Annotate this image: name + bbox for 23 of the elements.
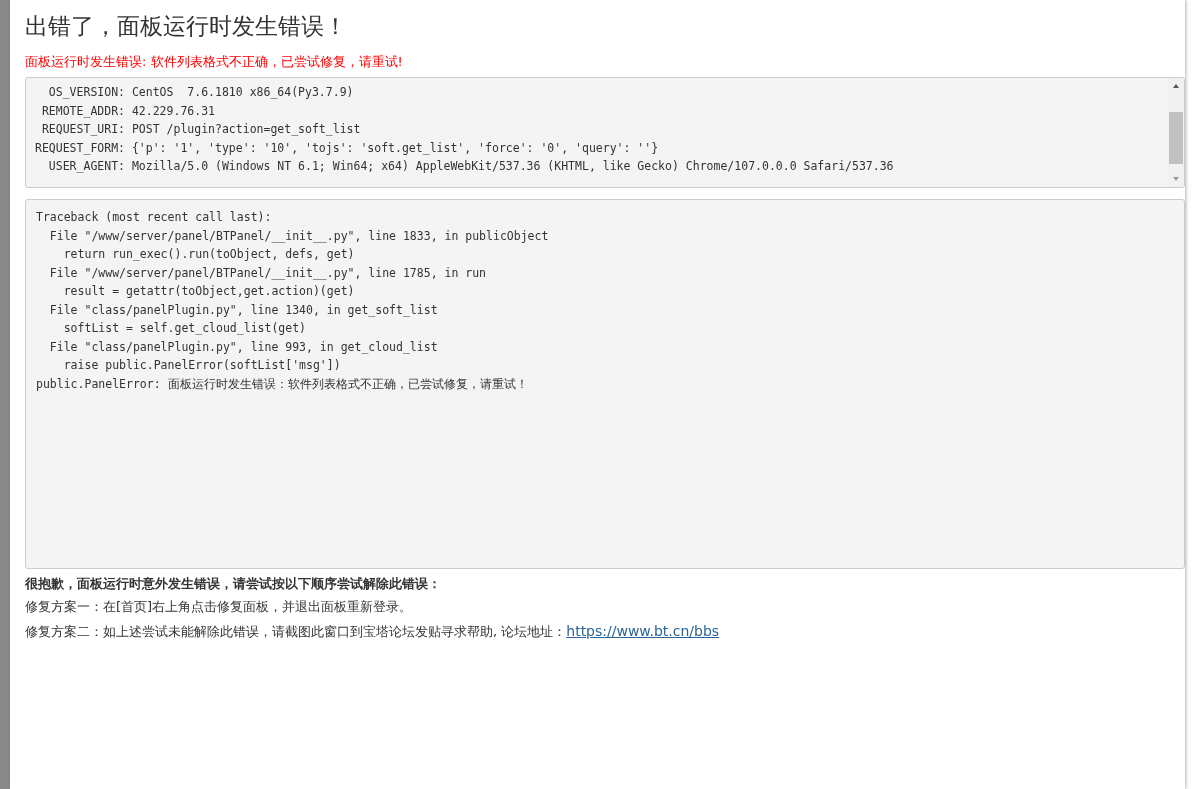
traceback-line: softList = self.get_cloud_list(get) [62, 320, 308, 337]
help-step: 修复方案一：在[首页]右上角点击修复面板，并退出面板重新登录。 [25, 595, 1185, 619]
environment-line: USER_AGENT: Mozilla/5.0 (Windows NT 6.1; Win64; x64) AppleWebKit/537.36 (KHTML, like Gecko) Chrome/107.0.0.0 Safari/537.36 [47, 158, 895, 175]
traceback-line: public.PanelError: 面板运行时发生错误：软件列表格式不正确，已尝试修复，请重试！ [36, 375, 529, 393]
scrollbar-thumb[interactable] [1169, 112, 1183, 164]
error-title: 出错了，面板运行时发生错误！ [25, 12, 348, 41]
environment-line: OS_VERSION: CentOS 7.6.1810 x86_64(Py3.7.9) [47, 84, 355, 101]
traceback-line: File "/www/server/panel/BTPanel/__init__.py", line 1833, in publicObject [48, 227, 550, 245]
traceback-line: raise public.PanelError(softList['msg']) [62, 357, 342, 374]
traceback-line: File "class/panelPlugin.py", line 1340, in get_soft_list [48, 301, 439, 319]
help-step: 修复方案二：如上述尝试未能解除此错误，请截图此窗口到宝塔论坛发贴寻求帮助, 论坛地址：https://www.bt.cn/bbs [25, 619, 1185, 644]
forum-link[interactable]: https://www.bt.cn/bbs [566, 623, 720, 639]
traceback-line: result = getattr(toObject,get.action)(get) [62, 283, 356, 300]
traceback-line: File "/www/server/panel/BTPanel/__init__.py", line 1785, in run [48, 264, 488, 282]
environment-line: REMOTE_ADDR: 42.229.76.31 [40, 102, 216, 120]
help-heading: 很抱歉，面板运行时意外发生错误，请尝试按以下顺序尝试解除此错误： [25, 575, 442, 593]
error-message: 面板运行时发生错误: 软件列表格式不正确，已尝试修复，请重试! [25, 53, 404, 71]
traceback-line: return run_exec().run(toObject, defs, get) [62, 246, 356, 263]
environment-line: REQUEST_FORM: {'p': '1', 'type': '10', 'tojs': 'soft.get_list', 'force': '0', 'query': ''} [35, 139, 660, 157]
scrollbar[interactable] [1168, 78, 1184, 187]
traceback-line: Traceback (most recent call last): [36, 209, 273, 226]
traceback-line: File "class/panelPlugin.py", line 993, in get_cloud_list [48, 338, 439, 356]
environment-line: REQUEST_URI: POST /plugin?action=get_soft_list [40, 121, 362, 138]
